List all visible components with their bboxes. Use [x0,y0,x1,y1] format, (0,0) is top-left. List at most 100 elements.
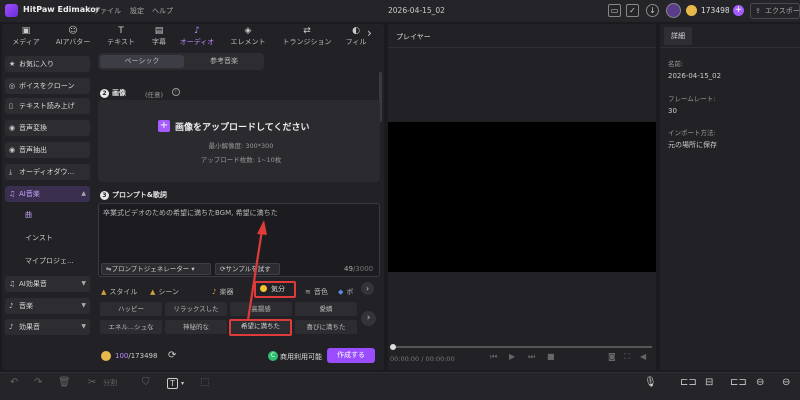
sidebar-item-music[interactable]: ♪ 音楽 ▼ [5,298,90,314]
chevron-down-icon[interactable]: ▾ [181,380,184,387]
sidebar-item-favorites[interactable]: ★ お気に入り [5,56,90,72]
optional-label: (任意) [145,91,164,99]
microphone-icon[interactable]: 🎙 [644,377,657,388]
category-instrument[interactable]: ♪ 楽器 [212,287,242,297]
category-timbre[interactable]: ≋ 音色 [305,287,328,297]
menu-settings[interactable]: 設定 [130,6,144,16]
sidebar-item-sfx[interactable]: ♪ 効果音 ▼ [5,319,90,335]
track-icon[interactable]: ⊏⊐ [730,377,747,388]
next-icon[interactable]: ⏭ [528,352,535,362]
sidebar-item-voice-clone[interactable]: ◎ ボイスをクローン [5,78,90,94]
tabs-next-icon[interactable]: › [367,26,372,40]
tab-ai-avatar[interactable]: ☺ AIアバター [50,26,96,50]
prompt-generator-button[interactable]: ⇋プロンプトジェネレーター ▾ [101,263,211,275]
stop-icon[interactable]: ■ [547,352,555,361]
redo-icon[interactable]: ↷ [34,377,42,388]
tab-basic[interactable]: ベーシック [100,55,184,68]
tab-media[interactable]: ▣ メディア [6,26,46,50]
fit-icon[interactable]: ⊖ [756,377,764,388]
sidebar-item-ai-sfx[interactable]: ♫ AI効果音 ▼ [5,276,90,292]
chip-happy[interactable]: ハッピー [100,302,162,316]
tab-filter[interactable]: ◐ フィル [342,26,370,50]
title-bar: HitPaw Edimakor ファイル 設定 ヘルプ 2026-04-15_0… [0,0,800,22]
snapshot-icon[interactable]: ◙ [608,352,616,361]
progress-handle[interactable] [390,344,396,350]
voice-clone-icon: ◎ [9,82,16,90]
fullscreen-icon[interactable]: ⛶ [624,352,630,362]
tab-text[interactable]: T テキスト [100,26,142,50]
avatar-icon: ☺ [68,26,78,36]
sidebar-item-audio-download[interactable]: ⤓ オーディオダウ... [5,164,90,180]
chips-next-icon[interactable]: › [361,311,376,326]
voice-change-icon: ◉ [9,124,16,132]
delete-icon[interactable]: 🗑 [58,377,71,388]
commercial-use-label: 商用利用可能 [280,353,322,361]
framerate-label: フレームレート: [668,95,716,103]
tab-transition[interactable]: ⇄ トランジション [276,26,338,50]
info-icon[interactable]: i [172,88,180,96]
menu-file[interactable]: ファイル [93,6,121,16]
import-value: 元の場所に保存 [668,141,717,149]
tab-reference-music[interactable]: 参考音楽 [186,55,262,68]
star-icon: ★ [9,60,16,68]
volume-icon[interactable]: ◀ [640,352,646,361]
playback-time: 00:00:00 / 00:00:00 [390,355,455,363]
chevron-up-icon: ▲ [81,190,86,197]
chip-relaxed[interactable]: リラックスした [165,302,227,316]
prev-icon[interactable]: ⏮ [490,352,497,362]
sidebar-subitem-song[interactable]: 曲 [5,206,90,224]
sidebar-subitem-instrumental[interactable]: インスト [5,229,90,247]
scissors-icon[interactable]: ✂ [88,377,96,388]
zoom-out-icon[interactable]: ⊖ [782,377,790,388]
download-icon[interactable]: ↓ [646,4,659,17]
tab-audio[interactable]: ♪ オーディオ [174,26,220,50]
sidebar-item-tts[interactable]: ▯ テキスト読み上げ [5,98,90,114]
text-tool-icon[interactable]: T [167,378,178,389]
tab-element[interactable]: ◈ エレメント [224,26,272,50]
ai-sfx-icon: ♫ [9,280,16,288]
category-scene[interactable]: ▲ シーン [150,287,179,297]
chip-uplifting[interactable]: 高揚感 [230,302,292,316]
create-button[interactable]: 作成する [327,348,375,363]
credit-coin-icon [101,351,111,361]
undo-icon[interactable]: ↶ [10,377,18,388]
chevron-down-icon: ▼ [81,280,86,287]
split-label[interactable]: 分割 [103,378,117,388]
playback-progress[interactable] [390,346,652,348]
category-mood[interactable]: 気分 [254,281,296,298]
tab-subtitle[interactable]: ▤ 字幕 [144,26,174,50]
screen-icon[interactable]: ▭ [608,4,621,17]
try-sample-button[interactable]: ⟳サンプルを試す [215,263,280,275]
snap-icon[interactable]: ⊟ [705,377,713,388]
music-icon: ♪ [9,302,14,310]
video-preview[interactable] [388,122,656,272]
shield-icon[interactable]: ⛉ [142,377,150,388]
menu-help[interactable]: ヘルプ [152,6,173,16]
chip-hopeful[interactable]: 希望に満ちた [229,319,292,336]
category-vocal[interactable]: ◆ ボ [338,287,358,297]
sidebar-item-ai-music[interactable]: ♫ AI音楽 ▲ [5,186,90,202]
user-avatar[interactable] [666,3,681,18]
feedback-icon[interactable]: ✓ [626,4,639,17]
sidebar-item-voice-change[interactable]: ◉ 音声変換 [5,120,90,136]
name-label: 名前: [668,60,684,68]
element-icon: ◈ [244,26,252,36]
tab-details[interactable]: 詳細 [664,27,692,45]
category-style[interactable]: ▲ スタイル [101,287,137,297]
export-button[interactable]: ⇪エクスポート [750,3,800,19]
chip-mysterious[interactable]: 神秘的な [165,320,227,334]
upload-plus-icon[interactable]: + [158,120,170,132]
sidebar-subitem-my-projects[interactable]: マイプロジェ... [5,252,90,270]
chip-energetic[interactable]: エネル...シュな [100,320,162,334]
chip-joyful[interactable]: 喜びに満ちた [295,320,357,334]
chip-charm[interactable]: 愛嬌 [295,302,357,316]
categories-next-icon[interactable]: › [361,282,374,295]
add-coins-button[interactable]: + [733,5,744,16]
crop-icon[interactable]: ⬚ [200,377,209,388]
prompt-section-title: 3 プロンプト&歌詞 [100,190,167,200]
credit-balance: 100/173498 [115,352,158,360]
vocal-icon: ◆ [338,288,344,296]
play-icon[interactable]: ▶ [509,352,515,361]
refresh-icon[interactable]: ⟳ [168,350,176,361]
link-icon[interactable]: ⊏⊐ [680,377,697,388]
